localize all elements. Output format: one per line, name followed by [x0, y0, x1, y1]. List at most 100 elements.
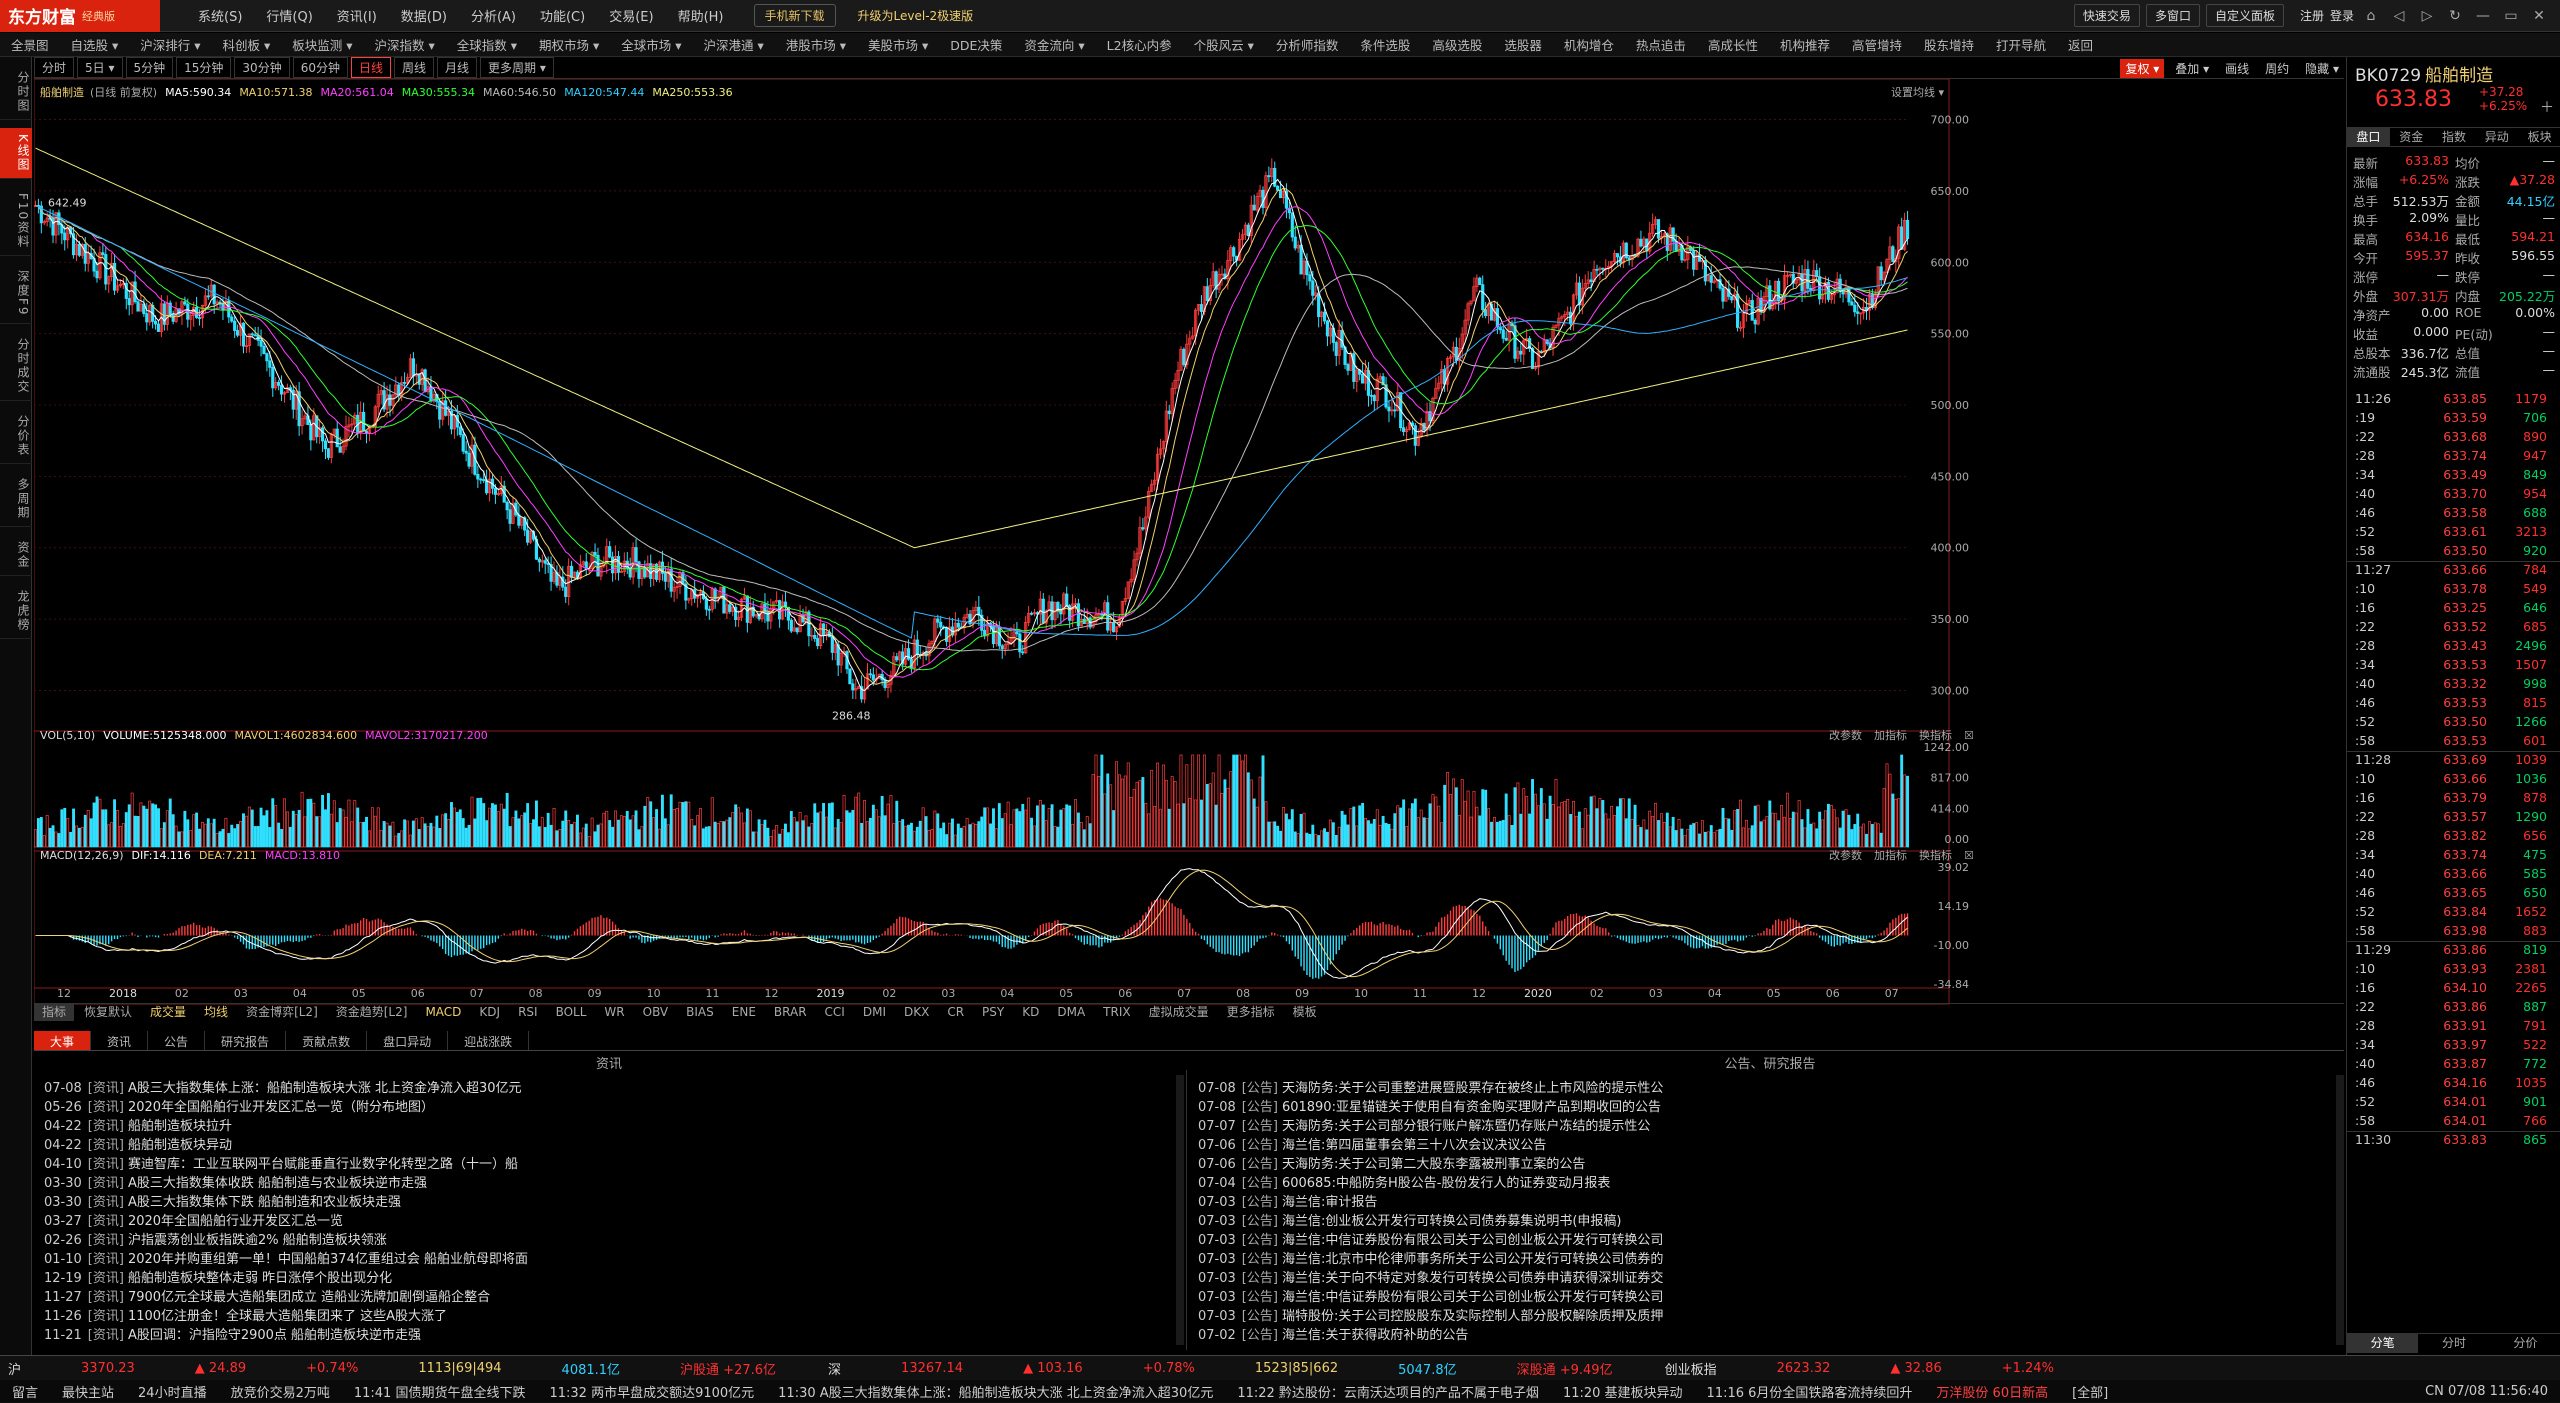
indicator-tab-17[interactable]: DKX [896, 1004, 937, 1021]
indicator-tab-3[interactable]: 均线 [196, 1004, 236, 1021]
announcement-item[interactable]: 07-07 [公告] 天海防务:关于公司部分银行账户解冻暨仍存账户冻结的提示性公 [1198, 1115, 2328, 1134]
indicator-tab-21[interactable]: DMA [1049, 1004, 1093, 1021]
close-icon[interactable]: ✕ [2528, 8, 2550, 24]
status-ticker[interactable]: [全部] [2060, 1382, 2120, 1401]
indicator-tab-22[interactable]: TRIX [1095, 1004, 1138, 1021]
back-icon[interactable]: ◁ [2388, 8, 2410, 24]
indicator-tab-24[interactable]: 更多指标 [1219, 1004, 1283, 1021]
chart-tool-1[interactable]: 叠加 ▾ [2170, 59, 2214, 78]
status-ticker[interactable]: 留言 [0, 1382, 50, 1401]
nav-item-6[interactable]: 全球指数 ▾ [446, 35, 528, 54]
quote-tab-3[interactable]: 异动 [2475, 128, 2518, 146]
news-item[interactable]: 07-08 [资讯] A股三大指数集体上涨：船舶制造板块大涨 北上资金净流入超30亿… [44, 1077, 1174, 1096]
period-4[interactable]: 30分钟 [234, 57, 290, 78]
menu-quote[interactable]: 行情(Q) [256, 6, 322, 25]
period-5[interactable]: 60分钟 [292, 57, 348, 78]
news-item[interactable]: 02-26 [资讯] 沪指震荡创业板指跌逾2% 船舶制造板块领涨 [44, 1229, 1174, 1248]
subchart-tool[interactable]: 换指标 [1919, 848, 1952, 862]
nav-item-4[interactable]: 板块监测 ▾ [281, 35, 363, 54]
tick-tab-0[interactable]: 分笔 [2347, 1334, 2419, 1353]
sidebar-tab-2[interactable]: F10资料 [0, 187, 32, 257]
period-3[interactable]: 15分钟 [176, 57, 232, 78]
nav-item-18[interactable]: 高级选股 [1421, 35, 1493, 54]
refresh-icon[interactable]: ↻ [2444, 8, 2466, 24]
nav-item-3[interactable]: 科创板 ▾ [212, 35, 282, 54]
sidebar-tab-0[interactable]: 分时图 [0, 65, 32, 120]
indicator-tab-12[interactable]: BIAS [678, 1004, 722, 1021]
indicator-tab-25[interactable]: 模板 [1285, 1004, 1325, 1021]
subchart-close-icon[interactable]: ☒ [1964, 729, 1974, 742]
sidebar-tab-4[interactable]: 分时成交 [0, 332, 32, 401]
subchart-tool[interactable]: 加指标 [1874, 848, 1907, 862]
subchart-close-icon[interactable]: ☒ [1964, 849, 1974, 862]
nav-item-24[interactable]: 高管增持 [1841, 35, 1913, 54]
subchart-tool[interactable]: 改参数 [1829, 728, 1862, 742]
indicator-tab-6[interactable]: MACD [417, 1004, 469, 1021]
indicator-tab-18[interactable]: CR [939, 1004, 972, 1021]
tick-tab-1[interactable]: 分时 [2418, 1334, 2489, 1353]
announcement-item[interactable]: 07-03 [公告] 海兰信:关于向不特定对象发行可转换公司债券申请获得深圳证券交 [1198, 1267, 2328, 1286]
announcement-item[interactable]: 07-06 [公告] 天海防务:关于公司第二大股东李露被刑事立案的公告 [1198, 1153, 2328, 1172]
nav-item-9[interactable]: 沪深港通 ▾ [693, 35, 775, 54]
sidebar-tab-1[interactable]: K线图 [0, 128, 32, 179]
add-watch-icon[interactable]: ＋ [2540, 97, 2554, 117]
news-item[interactable]: 03-27 [资讯] 2020年全国船舶行业开发区汇总一览 [44, 1210, 1174, 1229]
multi-window-button[interactable]: 多窗口 [2145, 4, 2200, 27]
info-tab-4[interactable]: 贡献点数 [286, 1031, 368, 1050]
nav-item-8[interactable]: 全球市场 ▾ [610, 35, 692, 54]
nav-item-2[interactable]: 沪深排行 ▾ [129, 35, 211, 54]
nav-item-0[interactable]: 全景图 [0, 35, 60, 54]
announcement-item[interactable]: 07-04 [公告] 600685:中船防务H股公告-股份发行人的证券变动月报表 [1198, 1172, 2328, 1191]
home-icon[interactable]: ⌂ [2360, 8, 2382, 24]
chart-tool-3[interactable]: 周约 [2260, 59, 2294, 78]
indicator-tab-11[interactable]: OBV [635, 1004, 677, 1021]
nav-item-26[interactable]: 打开导航 [1985, 35, 2057, 54]
announcement-item[interactable]: 07-03 [公告] 海兰信:北京市中伦律师事务所关于公司公开发行可转换公司债券的 [1198, 1248, 2328, 1267]
indicator-tab-7[interactable]: KDJ [471, 1004, 508, 1021]
news-item[interactable]: 04-22 [资讯] 船舶制造板块拉升 [44, 1115, 1174, 1134]
chart-tool-4[interactable]: 隐藏 ▾ [2300, 59, 2344, 78]
info-tab-1[interactable]: 资讯 [91, 1031, 149, 1050]
info-tab-2[interactable]: 公告 [148, 1031, 206, 1050]
indicator-tab-20[interactable]: KD [1014, 1004, 1047, 1021]
announcement-item[interactable]: 07-03 [公告] 海兰信:创业板公开发行可转换公司债券募集说明书(申报稿) [1198, 1210, 2328, 1229]
announcements-scrollbar[interactable] [2336, 1075, 2344, 1345]
announcement-item[interactable]: 07-06 [公告] 海兰信:第四届董事会第三十八次会议决议公告 [1198, 1134, 2328, 1153]
period-1[interactable]: 5日 ▾ [77, 57, 123, 78]
subchart-tool[interactable]: 改参数 [1829, 848, 1862, 862]
sidebar-tab-6[interactable]: 多周期 [0, 472, 32, 527]
nav-item-27[interactable]: 返回 [2057, 35, 2104, 54]
quote-tab-2[interactable]: 指数 [2433, 128, 2476, 146]
nav-item-12[interactable]: DDE决策 [939, 35, 1013, 54]
news-item[interactable]: 04-22 [资讯] 船舶制造板块异动 [44, 1134, 1174, 1153]
period-2[interactable]: 5分钟 [125, 57, 174, 78]
indicator-tab-10[interactable]: WR [596, 1004, 632, 1021]
sidebar-tab-5[interactable]: 分价表 [0, 409, 32, 464]
indicator-tab-15[interactable]: CCI [817, 1004, 853, 1021]
minimize-icon[interactable]: — [2472, 8, 2494, 24]
nav-item-25[interactable]: 股东增持 [1913, 35, 1985, 54]
menu-analysis[interactable]: 分析(A) [461, 6, 526, 25]
announcement-item[interactable]: 07-03 [公告] 海兰信:审计报告 [1198, 1191, 2328, 1210]
sidebar-tab-8[interactable]: 龙虎榜 [0, 584, 32, 639]
menu-function[interactable]: 功能(C) [530, 6, 595, 25]
period-0[interactable]: 分时 [34, 57, 75, 78]
info-tab-5[interactable]: 盘口异动 [367, 1031, 449, 1050]
info-tab-6[interactable]: 迎战涨跌 [448, 1031, 530, 1050]
nav-item-7[interactable]: 期权市场 ▾ [528, 35, 610, 54]
nav-item-13[interactable]: 资金流向 ▾ [1013, 35, 1095, 54]
subchart-tool[interactable]: 换指标 [1919, 728, 1952, 742]
period-9[interactable]: 更多周期 ▾ [480, 57, 554, 78]
menu-info[interactable]: 资讯(I) [327, 6, 387, 25]
news-item[interactable]: 03-30 [资讯] A股三大指数集体收跌 船舶制造与农业板块逆市走强 [44, 1172, 1174, 1191]
maximize-icon[interactable]: ▭ [2500, 8, 2522, 24]
menu-data[interactable]: 数据(D) [391, 6, 457, 25]
mobile-download-button[interactable]: 手机新下载 [753, 4, 836, 27]
quick-trade-button[interactable]: 快速交易 [2073, 4, 2140, 27]
menu-system[interactable]: 系统(S) [188, 6, 252, 25]
announcement-item[interactable]: 07-03 [公告] 海兰信:中信证券股份有限公司关于公司创业板公开发行可转换公司 [1198, 1229, 2328, 1248]
indicator-tab-2[interactable]: 成交量 [142, 1004, 194, 1021]
menu-trade[interactable]: 交易(E) [599, 6, 663, 25]
subchart-tool[interactable]: 加指标 [1874, 728, 1907, 742]
nav-item-19[interactable]: 选股器 [1493, 35, 1553, 54]
